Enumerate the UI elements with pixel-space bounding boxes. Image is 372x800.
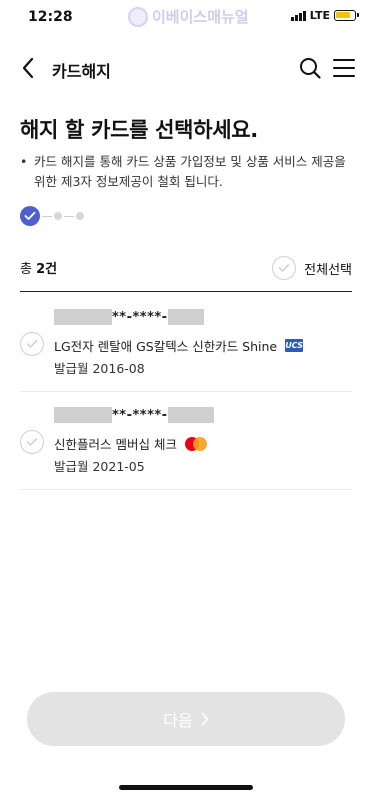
card-issue-date: 발급월 2016-08 bbox=[54, 361, 145, 376]
notice-bullet: • bbox=[20, 154, 28, 169]
home-indicator bbox=[119, 785, 253, 790]
card-issue-date: 발급월 2021-05 bbox=[54, 459, 145, 474]
card-number-mask: **-****- bbox=[112, 309, 168, 325]
redacted-block bbox=[167, 309, 204, 325]
network-type: LTE bbox=[309, 9, 330, 22]
card-number: **-****- bbox=[54, 308, 204, 326]
card-checkbox[interactable] bbox=[20, 332, 44, 356]
card-checkbox[interactable] bbox=[20, 430, 44, 454]
redacted-block bbox=[54, 309, 112, 325]
hamburger-menu-icon bbox=[333, 59, 355, 77]
next-button-label: 다음 bbox=[163, 711, 193, 730]
back-button[interactable] bbox=[16, 54, 40, 82]
mastercard-icon bbox=[184, 436, 207, 451]
watermark: 이베이스매뉴얼 bbox=[128, 6, 249, 27]
card-name-row: LG전자 렌탈애 GS칼텍스 신한카드 Shine UCS bbox=[54, 336, 304, 355]
status-indicators: LTE bbox=[290, 9, 359, 22]
check-icon bbox=[26, 438, 38, 446]
chevron-right-icon bbox=[201, 712, 209, 726]
app-header: 카드해지 bbox=[0, 48, 372, 88]
select-all-label: 전체선택 bbox=[304, 262, 352, 278]
step-1-active bbox=[20, 206, 40, 226]
step-indicator bbox=[20, 206, 84, 226]
redacted-block bbox=[54, 407, 112, 423]
search-icon bbox=[300, 58, 321, 79]
header-title: 카드해지 bbox=[52, 62, 111, 81]
battery-icon bbox=[334, 10, 359, 21]
step-connector bbox=[64, 215, 74, 217]
check-icon bbox=[24, 211, 36, 220]
card-number-mask: **-****- bbox=[112, 407, 168, 423]
redacted-block bbox=[167, 407, 214, 423]
page-title: 해지 할 카드를 선택하세요. bbox=[20, 118, 258, 142]
next-button[interactable]: 다음 bbox=[27, 692, 345, 746]
notice-text: 카드 해지를 통해 카드 상품 가입정보 및 상품 서비스 제공을 위한 제3자… bbox=[34, 154, 346, 189]
status-time: 12:28 bbox=[28, 9, 73, 25]
total-count-label: 총 2건 bbox=[20, 258, 57, 277]
step-2-dot bbox=[54, 212, 62, 220]
check-icon bbox=[26, 340, 38, 348]
card-name: 신한플러스 멤버십 체크 bbox=[54, 437, 177, 452]
card-name-row: 신한플러스 멤버십 체크 bbox=[54, 434, 207, 453]
chevron-left-icon bbox=[22, 57, 34, 79]
watermark-text: 이베이스매뉴얼 bbox=[152, 8, 249, 26]
select-all-toggle[interactable]: 전체선택 bbox=[272, 256, 352, 280]
card-item-2[interactable]: **-****- 신한플러스 멤버십 체크 발급월 2021-05 bbox=[20, 392, 352, 490]
list-summary: 총 2건 전체선택 bbox=[20, 256, 352, 292]
check-icon bbox=[278, 264, 290, 272]
notice: • 카드 해지를 통해 카드 상품 가입정보 및 상품 서비스 제공을 위한 제… bbox=[20, 152, 350, 192]
total-count: 2건 bbox=[36, 262, 58, 277]
card-name: LG전자 렌탈애 GS칼텍스 신한카드 Shine bbox=[54, 339, 278, 354]
select-all-checkbox[interactable] bbox=[272, 256, 297, 280]
card-number: **-****- bbox=[54, 406, 214, 424]
step-connector bbox=[42, 215, 52, 217]
signal-icon bbox=[290, 10, 306, 21]
total-prefix: 총 bbox=[20, 262, 37, 277]
search-button[interactable] bbox=[298, 56, 322, 80]
card-item-1[interactable]: **-****- LG전자 렌탈애 GS칼텍스 신한카드 Shine UCS 발… bbox=[20, 294, 352, 392]
step-3-dot bbox=[76, 212, 84, 220]
menu-button[interactable] bbox=[332, 56, 356, 80]
ucs-brand-icon: UCS bbox=[285, 339, 304, 352]
watermark-logo-icon bbox=[128, 6, 148, 27]
card-list: **-****- LG전자 렌탈애 GS칼텍스 신한카드 Shine UCS 발… bbox=[20, 294, 352, 490]
status-bar: 12:28 이베이스매뉴얼 LTE bbox=[0, 0, 372, 36]
